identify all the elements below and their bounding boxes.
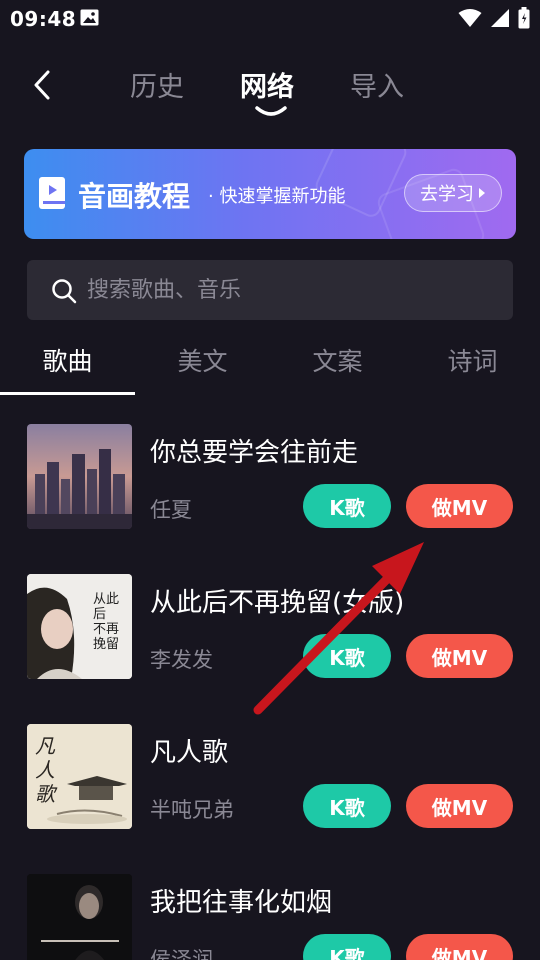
status-bar: 09:48 [0, 0, 540, 38]
book-icon [39, 177, 65, 209]
tutorial-banner[interactable]: 音画教程 · 快速掌握新功能 去学习 [24, 149, 516, 239]
song-item[interactable]: 凡人歌 凡人歌 半吨兄弟 K歌 做MV [0, 724, 540, 854]
song-item[interactable]: 从此后 不再挽留 从此后不再挽留(女版) 李发发 K歌 做MV [0, 574, 540, 704]
song-artist: 李发发 [150, 648, 213, 672]
tab-network-label: 网络 [240, 72, 294, 103]
portrait-cover-image [27, 874, 132, 960]
category-tabs: 歌曲 美文 文案 诗词 [0, 338, 540, 396]
status-time: 09:48 [10, 7, 77, 31]
city-cover-image [27, 424, 132, 529]
screen: 09:48 历史 网络 导入 音画教程 · 快速掌握新功能 去学习 搜索歌曲、音… [0, 0, 540, 960]
top-nav: 历史 网络 导入 [0, 55, 540, 125]
battery-icon [518, 7, 530, 29]
learn-button[interactable]: 去学习 [404, 174, 502, 212]
song-artist: 任夏 [150, 498, 192, 522]
song-artist: 侯泽润 [150, 948, 213, 960]
tab-songs[interactable]: 歌曲 [0, 342, 135, 378]
karaoke-button[interactable]: K歌 [303, 934, 391, 960]
learn-button-label: 去学习 [420, 184, 474, 205]
song-item[interactable]: 你总要学会往前走 任夏 K歌 做MV [0, 424, 540, 554]
tab-network[interactable]: 网络 [240, 65, 294, 116]
karaoke-button[interactable]: K歌 [303, 784, 391, 828]
signal-icon [491, 9, 509, 27]
search-icon [52, 279, 77, 304]
song-title: 我把往事化如烟 [150, 888, 333, 918]
active-tab-underline [0, 392, 135, 395]
tab-history[interactable]: 历史 [130, 65, 184, 104]
karaoke-button[interactable]: K歌 [303, 484, 391, 528]
song-title: 从此后不再挽留(女版) [150, 588, 405, 618]
image-notification-icon [80, 9, 99, 26]
song-cover [27, 874, 132, 960]
karaoke-button[interactable]: K歌 [303, 634, 391, 678]
search-input[interactable] [87, 260, 487, 320]
top-nav-tabs: 历史 网络 导入 [130, 65, 404, 116]
tab-poetry[interactable]: 诗词 [405, 342, 540, 378]
make-mv-button[interactable]: 做MV [406, 784, 513, 828]
play-triangle-icon [479, 188, 485, 198]
tab-import[interactable]: 导入 [350, 65, 404, 104]
cover-text: 凡人歌 [35, 734, 55, 806]
active-tab-indicator-icon [255, 106, 287, 116]
wifi-icon [458, 9, 482, 27]
make-mv-button[interactable]: 做MV [406, 484, 513, 528]
tab-copywriting[interactable]: 文案 [270, 342, 405, 378]
song-cover [27, 424, 132, 529]
make-mv-button[interactable]: 做MV [406, 634, 513, 678]
song-artist: 半吨兄弟 [150, 798, 234, 822]
song-cover: 凡人歌 [27, 724, 132, 829]
song-item[interactable]: 我把往事化如烟 侯泽润 K歌 做MV [0, 874, 540, 960]
song-cover: 从此后 不再挽留 [27, 574, 132, 679]
song-title: 你总要学会往前走 [150, 438, 359, 468]
tab-essays[interactable]: 美文 [135, 342, 270, 378]
banner-subtitle: · 快速掌握新功能 [208, 186, 346, 207]
cover-text: 从此后 不再挽留 [93, 592, 120, 652]
banner-title: 音画教程 [78, 180, 191, 213]
song-title: 凡人歌 [150, 738, 229, 768]
search-bar[interactable] [27, 260, 513, 320]
back-button[interactable] [28, 67, 58, 103]
make-mv-button[interactable]: 做MV [406, 934, 513, 960]
